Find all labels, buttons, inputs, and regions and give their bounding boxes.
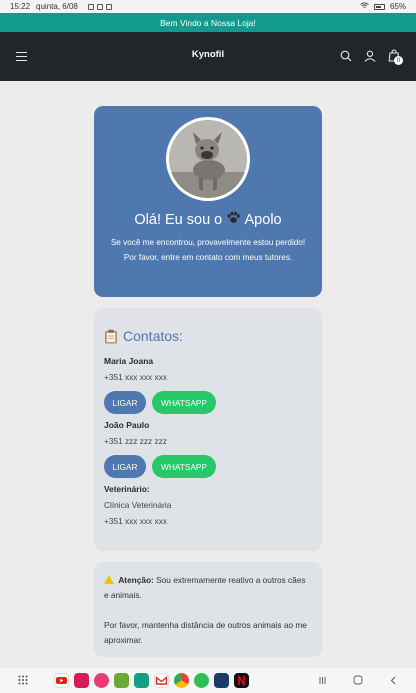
search-icon[interactable] [340, 50, 352, 62]
main-content: Olá! Eu sou o Apolo Se você me encontrou… [94, 106, 322, 657]
vet-phone: +351 xxx xxx xxx [104, 516, 167, 526]
cart-icon[interactable]: 0 [388, 49, 403, 65]
cart-count-badge: 0 [394, 56, 403, 65]
recents-icon[interactable] [318, 672, 327, 690]
battery-icon [373, 3, 385, 10]
vet-contact: Veterinário: Clínica Veterinária +351 xx… [104, 484, 312, 526]
account-icon[interactable] [364, 50, 376, 62]
battery-level: 65% [389, 2, 406, 11]
youtube-app-icon[interactable] [54, 673, 69, 688]
disney-app-icon[interactable] [214, 673, 229, 688]
contact-maria: Maria Joana +351 xxx xxx xxx LIGAR WHATS… [104, 356, 312, 414]
contacts-title: Contatos: [123, 328, 183, 344]
phone-app-icon[interactable] [194, 673, 209, 688]
contacts-heading: Contatos: [104, 328, 312, 344]
clipboard-icon [104, 329, 118, 344]
pet-profile-card: Olá! Eu sou o Apolo Se você me encontrou… [94, 106, 322, 297]
status-date: quinta, 6/08 [36, 2, 78, 11]
site-header: Kynofil 0 [0, 32, 416, 81]
greeting-text: Olá! Eu sou o [134, 212, 223, 228]
call-button[interactable]: LIGAR [104, 391, 146, 414]
attention-label: Atenção: [118, 575, 154, 585]
contact-name: João Paulo [104, 420, 150, 430]
camera-app-icon[interactable] [74, 673, 89, 688]
paw-icon [226, 211, 241, 228]
lost-message-line1: Se você me encontrou, provavelmente esto… [110, 238, 306, 247]
home-icon[interactable] [353, 672, 363, 690]
vet-label: Veterinário: [104, 484, 150, 494]
back-icon[interactable] [389, 672, 398, 690]
pet-greeting: Olá! Eu sou o Apolo [94, 211, 322, 228]
warning-icon [104, 575, 114, 584]
chrome-app-icon[interactable] [174, 673, 189, 688]
device-taskbar [0, 668, 416, 693]
pet-photo [166, 117, 250, 201]
pet-name: Apolo [244, 212, 282, 228]
contacts-card: Contatos: Maria Joana +351 xxx xxx xxx L… [94, 308, 322, 551]
device-status-bar: 15:22 quinta, 6/08 65% [0, 0, 416, 13]
green-app-icon[interactable] [114, 673, 129, 688]
app-drawer-icon[interactable] [18, 672, 28, 690]
calendar-app-icon[interactable] [134, 673, 149, 688]
app-dock [54, 673, 249, 688]
lost-message: Se você me encontrou, provavelmente esto… [108, 235, 308, 265]
whatsapp-button[interactable]: WHATSAPP [152, 455, 216, 478]
vet-clinic: Clínica Veterinária [104, 500, 172, 510]
flower-app-icon[interactable] [94, 673, 109, 688]
call-button[interactable]: LIGAR [104, 455, 146, 478]
contact-name: Maria Joana [104, 356, 154, 366]
wifi-icon [360, 2, 369, 11]
notification-icons [87, 3, 112, 10]
announcement-text: Bem Vindo a Nossa Loja! [160, 17, 256, 28]
status-time: 15:22 [10, 2, 31, 11]
attention-card: Atenção: Sou extremamente reativo a outr… [94, 562, 322, 657]
contact-phone: +351 zzz zzz zzz [104, 436, 167, 446]
netflix-app-icon[interactable] [234, 673, 249, 688]
contact-joao: João Paulo +351 zzz zzz zzz LIGAR WHATSA… [104, 420, 312, 478]
attention-paragraph-1: Atenção: Sou extremamente reativo a outr… [104, 573, 312, 603]
attention-text-2: Por favor, mantenha distância de outros … [104, 620, 307, 645]
whatsapp-button[interactable]: WHATSAPP [152, 391, 216, 414]
announcement-bar: Bem Vindo a Nossa Loja! [0, 13, 416, 32]
gmail-app-icon[interactable] [154, 673, 169, 688]
lost-message-line2: Por favor, entre em contato com meus tut… [123, 253, 293, 262]
contact-phone: +351 xxx xxx xxx [104, 372, 167, 382]
